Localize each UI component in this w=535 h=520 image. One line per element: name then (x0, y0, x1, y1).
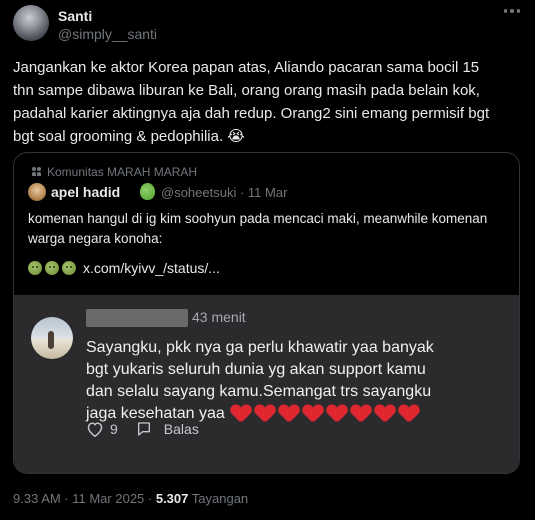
tweet-meta: 9.33 AM · 11 Mar 2025 · 5.307 Tayangan (13, 491, 248, 506)
commenter-avatar (31, 317, 73, 359)
quote-card[interactable]: Komunitas MARAH MARAH apel hadid @soheet… (13, 152, 520, 474)
heart-icon (351, 405, 371, 423)
view-count: 5.307 (155, 491, 189, 506)
comment-actions: 9 Balas (86, 421, 199, 437)
heart-icon (231, 405, 251, 423)
reply-label: Balas (163, 421, 199, 437)
sick-face-icon (45, 261, 59, 275)
like-count: 9 (110, 421, 118, 437)
quote-author-name: apel hadid (51, 184, 121, 200)
tweet-text: Jangankan ke aktor Korea papan atas, Ali… (13, 59, 490, 145)
more-options-icon[interactable] (503, 9, 520, 13)
heart-icon (327, 405, 347, 423)
heart-icon (399, 405, 419, 423)
author-name[interactable]: Santi (58, 8, 92, 24)
quote-text: komenan hangul di ig kim soohyun pada me… (28, 211, 488, 246)
redacted-username (86, 309, 188, 327)
heart-icon (255, 405, 275, 423)
sick-face-icon (28, 261, 42, 275)
share-icon (136, 421, 152, 437)
comment-text: Sayangku, pkk nya ga perlu khawatir yaa … (86, 337, 506, 425)
quote-avatar (28, 183, 46, 201)
community-label[interactable]: Komunitas MARAH MARAH (32, 165, 197, 179)
sick-face-icon (62, 261, 76, 275)
apple-emoji-icon (140, 183, 155, 200)
people-icon (32, 167, 42, 177)
quote-link[interactable]: x.com/kyivv_/status/... (83, 260, 220, 276)
like-icon (86, 421, 104, 437)
views-label: Tayangan (188, 491, 249, 506)
heart-icon (279, 405, 299, 423)
community-name: Komunitas MARAH MARAH (47, 165, 198, 179)
tweet-date[interactable]: 9.33 AM · 11 Mar 2025 · (13, 491, 156, 506)
author-handle[interactable]: @simply__santi (58, 26, 157, 42)
sick-emoji-icons (28, 261, 76, 275)
profile-avatar[interactable] (13, 5, 49, 41)
hearts-row (231, 405, 419, 423)
quote-author-handle: @soheetsuki · 11 Mar (161, 185, 288, 200)
heart-icon (375, 405, 395, 423)
comment-screenshot: 43 menit Sayangku, pkk nya ga perlu khaw… (14, 295, 519, 473)
comment-time: 43 menit (192, 309, 246, 325)
heart-icon (303, 405, 323, 423)
